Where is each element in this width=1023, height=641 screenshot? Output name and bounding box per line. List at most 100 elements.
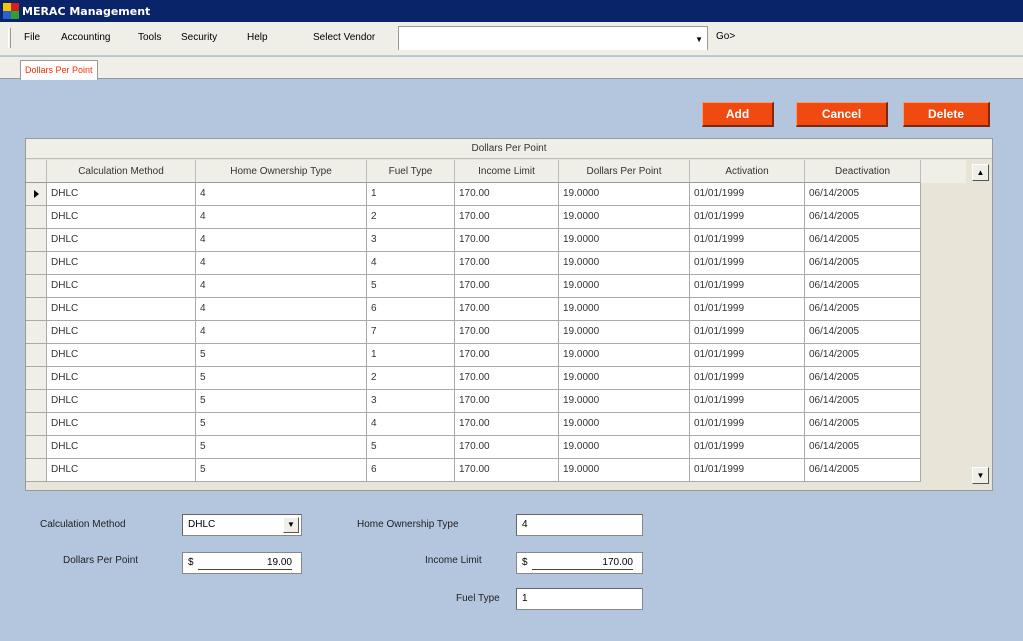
cell-income-limit[interactable]: 170.00 <box>455 459 559 482</box>
menu-help[interactable]: Help <box>247 32 268 43</box>
cell-home-ownership-type[interactable]: 5 <box>196 367 367 390</box>
cell-deactivation[interactable]: 06/14/2005 <box>805 229 921 252</box>
cell-deactivation[interactable]: 06/14/2005 <box>805 413 921 436</box>
table-row[interactable]: DHLC 5 2 170.00 19.0000 01/01/1999 06/14/2005 <box>26 367 921 390</box>
home-ownership-type-input[interactable]: 4 <box>516 514 643 536</box>
cell-dollars-per-point[interactable]: 19.0000 <box>559 390 690 413</box>
cell-fuel-type[interactable]: 6 <box>367 298 455 321</box>
cell-home-ownership-type[interactable]: 5 <box>196 413 367 436</box>
menu-file[interactable]: File <box>24 32 40 43</box>
cell-fuel-type[interactable]: 1 <box>367 183 455 206</box>
cell-deactivation[interactable]: 06/14/2005 <box>805 459 921 482</box>
cell-calculation-method[interactable]: DHLC <box>47 367 196 390</box>
cell-dollars-per-point[interactable]: 19.0000 <box>559 436 690 459</box>
cell-activation[interactable]: 01/01/1999 <box>690 367 805 390</box>
cell-dollars-per-point[interactable]: 19.0000 <box>559 321 690 344</box>
table-row[interactable]: DHLC 4 4 170.00 19.0000 01/01/1999 06/14/2005 <box>26 252 921 275</box>
cell-home-ownership-type[interactable]: 5 <box>196 344 367 367</box>
column-header-fuel-type[interactable]: Fuel Type <box>367 160 455 183</box>
cell-dollars-per-point[interactable]: 19.0000 <box>559 275 690 298</box>
table-row[interactable]: DHLC 4 5 170.00 19.0000 01/01/1999 06/14/2005 <box>26 275 921 298</box>
delete-button[interactable]: Delete <box>903 102 990 127</box>
cell-income-limit[interactable]: 170.00 <box>455 183 559 206</box>
cell-income-limit[interactable]: 170.00 <box>455 344 559 367</box>
cell-income-limit[interactable]: 170.00 <box>455 413 559 436</box>
cell-calculation-method[interactable]: DHLC <box>47 275 196 298</box>
cell-fuel-type[interactable]: 4 <box>367 252 455 275</box>
cell-deactivation[interactable]: 06/14/2005 <box>805 252 921 275</box>
cell-calculation-method[interactable]: DHLC <box>47 252 196 275</box>
calculation-method-select[interactable]: DHLC ▼ <box>182 514 302 536</box>
cell-fuel-type[interactable]: 2 <box>367 206 455 229</box>
cell-calculation-method[interactable]: DHLC <box>47 436 196 459</box>
cell-deactivation[interactable]: 06/14/2005 <box>805 367 921 390</box>
table-row[interactable]: DHLC 5 3 170.00 19.0000 01/01/1999 06/14/2005 <box>26 390 921 413</box>
menu-security[interactable]: Security <box>181 32 217 43</box>
table-row[interactable]: DHLC 5 6 170.00 19.0000 01/01/1999 06/14/2005 <box>26 459 921 482</box>
row-selector[interactable] <box>26 413 47 436</box>
cell-income-limit[interactable]: 170.00 <box>455 321 559 344</box>
table-row[interactable]: DHLC 4 3 170.00 19.0000 01/01/1999 06/14/2005 <box>26 229 921 252</box>
cell-home-ownership-type[interactable]: 4 <box>196 229 367 252</box>
cell-activation[interactable]: 01/01/1999 <box>690 298 805 321</box>
cell-income-limit[interactable]: 170.00 <box>455 252 559 275</box>
cell-fuel-type[interactable]: 2 <box>367 367 455 390</box>
cell-income-limit[interactable]: 170.00 <box>455 367 559 390</box>
cell-dollars-per-point[interactable]: 19.0000 <box>559 206 690 229</box>
cell-dollars-per-point[interactable]: 19.0000 <box>559 183 690 206</box>
cell-dollars-per-point[interactable]: 19.0000 <box>559 229 690 252</box>
table-row[interactable]: DHLC 4 6 170.00 19.0000 01/01/1999 06/14/2005 <box>26 298 921 321</box>
cell-activation[interactable]: 01/01/1999 <box>690 183 805 206</box>
cell-deactivation[interactable]: 06/14/2005 <box>805 206 921 229</box>
toolbar-grip[interactable] <box>8 28 11 48</box>
cell-activation[interactable]: 01/01/1999 <box>690 252 805 275</box>
cell-deactivation[interactable]: 06/14/2005 <box>805 275 921 298</box>
cell-home-ownership-type[interactable]: 5 <box>196 459 367 482</box>
row-selector[interactable] <box>26 321 47 344</box>
row-selector[interactable] <box>26 252 47 275</box>
cell-fuel-type[interactable]: 5 <box>367 436 455 459</box>
cell-fuel-type[interactable]: 3 <box>367 229 455 252</box>
income-limit-input[interactable]: $ 170.00 <box>516 552 643 574</box>
cell-fuel-type[interactable]: 4 <box>367 413 455 436</box>
cell-activation[interactable]: 01/01/1999 <box>690 321 805 344</box>
cell-deactivation[interactable]: 06/14/2005 <box>805 183 921 206</box>
cell-fuel-type[interactable]: 1 <box>367 344 455 367</box>
column-header-activation[interactable]: Activation <box>690 160 805 183</box>
grid-vertical-scrollbar[interactable]: ▲ ▼ <box>969 160 992 490</box>
cell-home-ownership-type[interactable]: 5 <box>196 390 367 413</box>
cell-income-limit[interactable]: 170.00 <box>455 275 559 298</box>
row-selector[interactable] <box>26 344 47 367</box>
row-selector[interactable] <box>26 298 47 321</box>
row-selector[interactable] <box>26 229 47 252</box>
column-header-income-limit[interactable]: Income Limit <box>455 160 559 183</box>
cell-activation[interactable]: 01/01/1999 <box>690 390 805 413</box>
cell-fuel-type[interactable]: 6 <box>367 459 455 482</box>
scroll-thumb[interactable] <box>972 194 989 204</box>
cell-activation[interactable]: 01/01/1999 <box>690 344 805 367</box>
dollars-per-point-input[interactable]: $ 19.00 <box>182 552 302 574</box>
cell-activation[interactable]: 01/01/1999 <box>690 459 805 482</box>
add-button[interactable]: Add <box>702 102 774 127</box>
chevron-down-icon[interactable]: ▼ <box>695 35 703 44</box>
cell-activation[interactable]: 01/01/1999 <box>690 436 805 459</box>
cell-income-limit[interactable]: 170.00 <box>455 436 559 459</box>
table-row[interactable]: DHLC 4 1 170.00 19.0000 01/01/1999 06/14/2005 <box>26 183 921 206</box>
vendor-select[interactable]: ▼ <box>398 26 708 50</box>
cell-home-ownership-type[interactable]: 4 <box>196 298 367 321</box>
cell-deactivation[interactable]: 06/14/2005 <box>805 436 921 459</box>
cell-calculation-method[interactable]: DHLC <box>47 459 196 482</box>
column-header-calculation-method[interactable]: Calculation Method <box>47 160 196 183</box>
table-row[interactable]: DHLC 5 1 170.00 19.0000 01/01/1999 06/14/2005 <box>26 344 921 367</box>
cell-deactivation[interactable]: 06/14/2005 <box>805 298 921 321</box>
cell-home-ownership-type[interactable]: 5 <box>196 436 367 459</box>
row-selector[interactable] <box>26 183 47 206</box>
menu-accounting[interactable]: Accounting <box>61 32 110 43</box>
cell-activation[interactable]: 01/01/1999 <box>690 206 805 229</box>
cell-fuel-type[interactable]: 7 <box>367 321 455 344</box>
cancel-button[interactable]: Cancel <box>796 102 888 127</box>
scroll-up-icon[interactable]: ▲ <box>972 164 989 181</box>
column-header-deactivation[interactable]: Deactivation <box>805 160 921 183</box>
row-selector[interactable] <box>26 436 47 459</box>
cell-dollars-per-point[interactable]: 19.0000 <box>559 252 690 275</box>
